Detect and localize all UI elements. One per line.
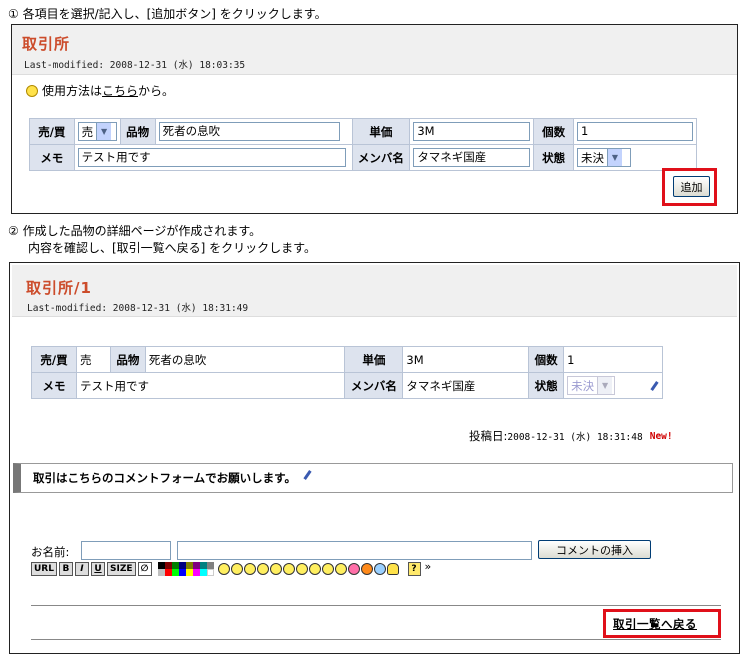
value-member: タマネギ国産: [402, 372, 530, 399]
label-qty: 個数: [533, 118, 574, 145]
label-status: 状態: [533, 144, 574, 171]
underline-button[interactable]: U: [90, 562, 105, 576]
last-modified: Last-modified: 2008-12-31 (水) 18:31:49: [27, 303, 249, 314]
value-item: 死者の息吹: [144, 346, 346, 373]
label-buysell: 売/買: [31, 346, 77, 373]
form-panel: 取引所 Last-modified: 2008-12-31 (水) 18:03:…: [11, 24, 738, 214]
chevron-down-icon: ▼: [597, 377, 613, 394]
chevron-down-icon: ▼: [606, 149, 622, 166]
label-qty: 個数: [528, 346, 565, 373]
comment-heading-box: 取引はこちらのコメントフォームでお願いします。: [13, 463, 733, 493]
value-qty: 1: [563, 346, 663, 373]
label-memo: メモ: [31, 372, 77, 399]
new-badge: New!: [649, 430, 673, 442]
trade-detail-table: 売/買 売 品物 死者の息吹 単価 3M 個数 1 メモ テスト用です メンバ名…: [31, 346, 663, 399]
value-buysell: 売: [75, 346, 111, 373]
question-icon[interactable]: [373, 563, 386, 575]
worried-icon[interactable]: [295, 563, 308, 575]
item-input[interactable]: 死者の息吹: [158, 122, 340, 141]
buysell-select[interactable]: 売 ▼: [77, 122, 117, 141]
posted-line: 投稿日: 2008-12-31 (水) 18:31:48 New!: [469, 428, 673, 444]
last-modified: Last-modified: 2008-12-31 (水) 18:03:35: [24, 60, 246, 71]
help-prefix: 使用方法は: [42, 84, 103, 98]
page-title: 取引所/1: [26, 279, 92, 297]
help-line: 使用方法は こちら から。: [26, 82, 174, 99]
happy-icon[interactable]: [334, 563, 347, 575]
note-icon[interactable]: ?: [407, 562, 421, 576]
oh-icon[interactable]: [256, 563, 269, 575]
price-input[interactable]: 3M: [413, 122, 531, 141]
posted-label: 投稿日:: [469, 429, 508, 443]
posted-date: 2008-12-31 (水) 18:31:48: [507, 432, 643, 443]
help-suffix: から。: [138, 84, 175, 98]
value-memo: テスト用です: [75, 372, 346, 399]
detail-panel: 取引所/1 Last-modified: 2008-12-31 (水) 18:3…: [9, 262, 740, 654]
smiley-icons[interactable]: [217, 563, 400, 575]
label-member: メンバ名: [344, 372, 404, 399]
back-to-list-link[interactable]: 取引一覧へ戻る: [613, 616, 697, 632]
name-input[interactable]: [81, 541, 171, 560]
trade-form: 売/買 売 ▼ 品物 死者の息吹 単価 3M 個数 1 メモ テスト用です メン…: [29, 118, 698, 171]
lightbulb-icon[interactable]: [386, 563, 399, 575]
paperclip-icon[interactable]: ∅: [137, 562, 152, 576]
page-title: 取引所: [22, 35, 71, 53]
italic-button[interactable]: I: [74, 562, 89, 576]
sad-icon[interactable]: [282, 563, 295, 575]
add-button[interactable]: 追加: [673, 176, 710, 197]
tear-icon[interactable]: [308, 563, 321, 575]
label-buysell: 売/買: [29, 118, 75, 145]
value-price: 3M: [402, 346, 530, 373]
label-price: 単価: [344, 346, 404, 373]
more-icon[interactable]: »: [425, 560, 432, 573]
bold-button[interactable]: B: [58, 562, 73, 576]
lightbulb-icon: [26, 84, 38, 97]
status-select[interactable]: 未決 ▼: [576, 148, 631, 167]
color-palette[interactable]: [157, 562, 214, 576]
url-button[interactable]: URL: [31, 562, 57, 576]
divider: [31, 639, 721, 640]
memo-input[interactable]: テスト用です: [77, 148, 346, 167]
bigsmile-icon[interactable]: [230, 563, 243, 575]
qty-input[interactable]: 1: [576, 122, 693, 141]
step2-caption-line1: ② 作成した品物の詳細ページが作成されます。: [8, 224, 262, 238]
label-status: 状態: [528, 372, 565, 399]
wink-icon[interactable]: [269, 563, 282, 575]
chevron-down-icon: ▼: [96, 123, 112, 140]
huh-icon[interactable]: [243, 563, 256, 575]
heart-icon[interactable]: [347, 563, 360, 575]
divider: [31, 605, 721, 606]
star-icon[interactable]: [360, 563, 373, 575]
smile-icon[interactable]: [217, 563, 230, 575]
label-member: メンバ名: [351, 144, 411, 171]
insert-comment-button[interactable]: コメントの挿入: [538, 540, 651, 559]
step1-caption: ① 各項目を選択/記入し、[追加ボタン] をクリックします。: [8, 7, 327, 21]
comment-input[interactable]: [177, 541, 532, 560]
size-button[interactable]: SIZE: [106, 562, 136, 576]
label-price: 単価: [351, 118, 411, 145]
status-select-disabled: 未決 ▼: [567, 376, 616, 395]
label-item: 品物: [119, 118, 156, 145]
pencil-icon[interactable]: [303, 470, 312, 480]
format-toolbar: URL B I U SIZE ∅ ? »: [31, 560, 432, 576]
step2-caption-line2: 内容を確認し、[取引一覧へ戻る] をクリックします。: [28, 241, 316, 255]
comment-heading: 取引はこちらのコメントフォームでお願いします。: [33, 471, 297, 485]
help-link[interactable]: こちら: [102, 82, 138, 99]
label-memo: メモ: [29, 144, 75, 171]
pencil-icon[interactable]: [650, 381, 659, 391]
bigsad-icon[interactable]: [321, 563, 334, 575]
member-input[interactable]: タマネギ国産: [413, 148, 531, 167]
name-label: お名前:: [31, 545, 70, 559]
label-item: 品物: [109, 346, 146, 373]
